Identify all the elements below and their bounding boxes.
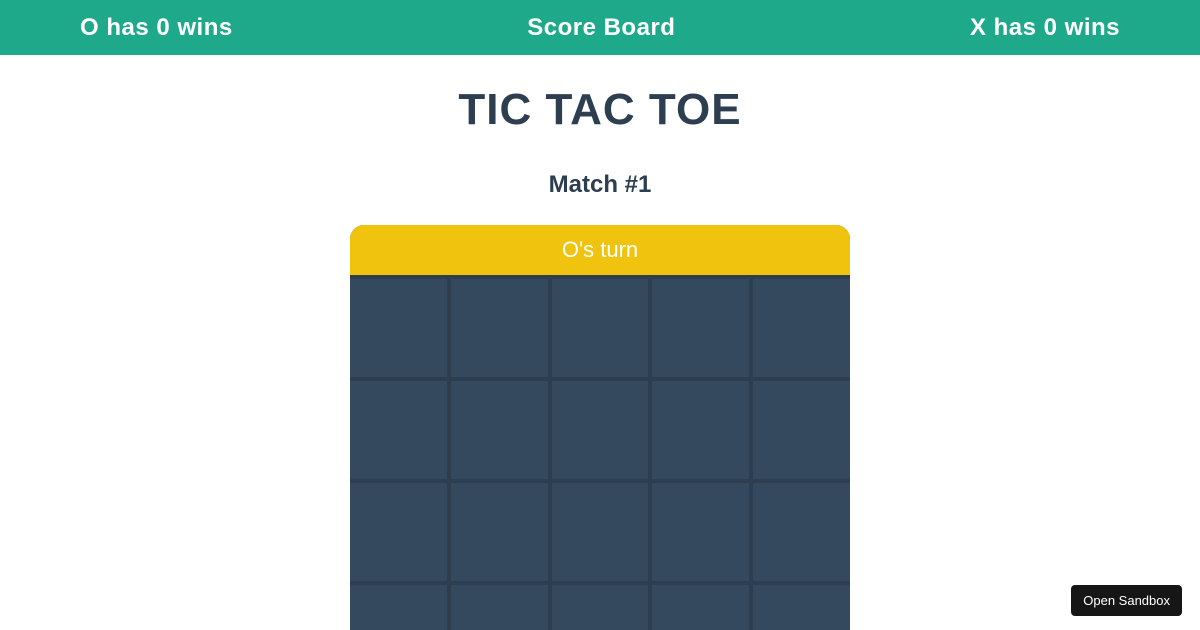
cell-0-1[interactable] (451, 279, 548, 377)
open-sandbox-button[interactable]: Open Sandbox (1071, 585, 1182, 616)
cell-2-0[interactable] (350, 483, 447, 581)
cell-0-0[interactable] (350, 279, 447, 377)
page-title: TIC TAC TOE (0, 85, 1200, 135)
cell-1-2[interactable] (552, 381, 649, 479)
cell-1-0[interactable] (350, 381, 447, 479)
board-wrapper: O's turn (0, 225, 1200, 630)
cell-3-0[interactable] (350, 585, 447, 630)
cell-1-3[interactable] (652, 381, 749, 479)
cell-2-3[interactable] (652, 483, 749, 581)
cell-2-1[interactable] (451, 483, 548, 581)
cell-1-4[interactable] (753, 381, 850, 479)
score-x: X has 0 wins (970, 14, 1120, 42)
match-label: Match #1 (0, 171, 1200, 199)
cell-0-2[interactable] (552, 279, 649, 377)
cell-3-3[interactable] (652, 585, 749, 630)
cell-1-1[interactable] (451, 381, 548, 479)
cell-3-1[interactable] (451, 585, 548, 630)
cell-3-4[interactable] (753, 585, 850, 630)
score-bar: O has 0 wins Score Board X has 0 wins (0, 0, 1200, 55)
grid (350, 275, 850, 630)
main-content: TIC TAC TOE Match #1 O's turn (0, 55, 1200, 630)
turn-banner: O's turn (350, 225, 850, 275)
cell-3-2[interactable] (552, 585, 649, 630)
cell-0-4[interactable] (753, 279, 850, 377)
score-o: O has 0 wins (80, 14, 233, 42)
cell-0-3[interactable] (652, 279, 749, 377)
cell-2-4[interactable] (753, 483, 850, 581)
score-title: Score Board (527, 14, 675, 42)
cell-2-2[interactable] (552, 483, 649, 581)
game-board: O's turn (350, 225, 850, 630)
